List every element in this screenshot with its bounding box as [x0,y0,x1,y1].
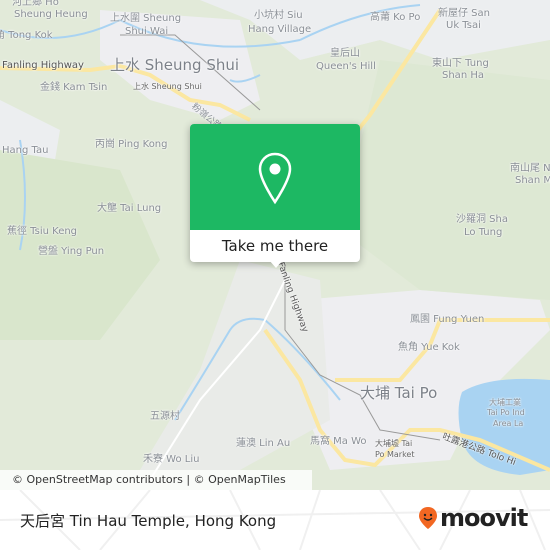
place-label: Sheung Heung [14,9,88,20]
place-label: 金錢 Kam Tsin [40,82,108,93]
place-label: Shan Mei [515,175,550,186]
place-label: 角 Tong Kok [0,30,53,41]
place-label: 上水 Sheung Shui [110,56,240,74]
place-label: 蕉徑 Tsiu Keng [7,226,78,237]
map[interactable]: 河上鄉 Ho Sheung Heung 上水圍 Sheung Shui Wai … [0,0,550,490]
popup-header [190,124,360,230]
moovit-pin-icon [419,507,437,529]
place-label: Shui Wai [125,26,169,37]
place-label: 大埔工業 [489,398,521,407]
place-label: Lo Tung [464,227,503,238]
station-label: 上水 Sheung Shui [133,82,202,91]
take-me-there-button[interactable]: Take me there [190,230,360,262]
place-label: Shan Ha [442,70,484,81]
place-label: 小坑村 Siu [254,10,303,21]
place-label: 南山尾 Nam [510,163,550,174]
location-title: 天后宮 Tin Hau Temple, Hong Kong [20,512,277,530]
place-label: 五源村 [150,411,180,422]
place-label: Tai Po Ind [487,408,525,417]
place-label: 東山下 Tung [432,58,489,69]
road-label: Fanling Highway [2,60,84,71]
place-label: 河上鄉 Ho [12,0,59,8]
place-label: 禾寮 Wo Liu [143,454,200,465]
place-label: 新屋仔 San [438,8,490,19]
place-label: 上水圍 Sheung [110,13,182,24]
place-label: 丙崗 Ping Kong [95,139,168,150]
location-popup: Take me there [190,124,360,268]
place-label: Hang Tau [2,145,49,156]
place-label: Area La [493,419,524,428]
popup-tail [269,260,283,268]
map-pin-icon [258,152,292,205]
place-label: 大埔 Tai Po [360,384,438,402]
station-label: Po Market [375,450,415,459]
place-label: 營盤 Ying Pun [38,246,105,257]
place-label: Uk Tsai [446,20,481,31]
place-label: 皇后山 [330,48,360,59]
place-label: 高莆 Ko Po [370,12,421,23]
place-label: 馬窩 Ma Wo [310,436,367,447]
moovit-logo[interactable]: moovit [418,504,528,532]
place-label: Hang Village [248,24,312,35]
place-label: 沙羅洞 Sha [456,214,508,225]
place-label: 大壟 Tai Lung [97,203,162,214]
place-label: 鳳園 Fung Yuen [410,314,485,325]
place-label: Queen's Hill [316,61,376,72]
place-label: 魚角 Yue Kok [398,342,460,353]
place-label: 蓮澳 Lin Au [236,438,291,449]
moovit-wordmark: moovit [440,504,528,532]
station-label: 大埔墟 Tai [375,439,413,448]
map-attribution[interactable]: © OpenStreetMap contributors | © OpenMap… [0,470,312,490]
